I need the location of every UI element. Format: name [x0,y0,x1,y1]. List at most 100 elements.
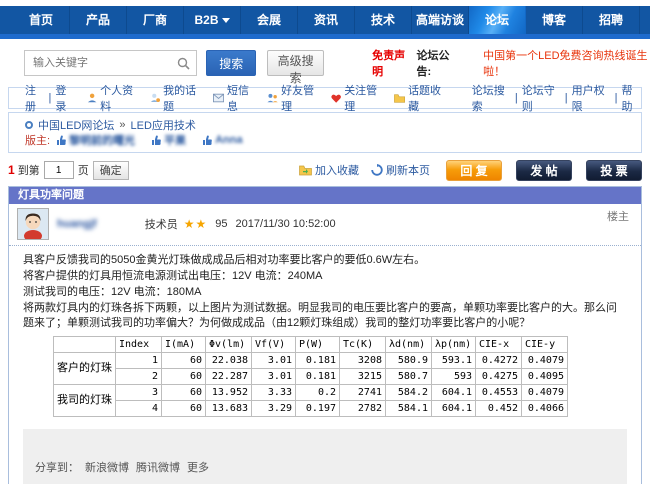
share-more-link[interactable]: 更多 [187,459,209,475]
table-cell: 0.2 [296,385,340,401]
thumb-up-icon [151,135,161,146]
separator: | [515,92,518,104]
reply-button[interactable]: 回 复 [446,160,502,181]
separator: | [615,92,618,104]
favorites-link[interactable]: 话题收藏 [382,82,446,114]
row-group-label: 我司的灯珠 [54,385,116,417]
thumb-up-icon [56,135,66,146]
confirm-page-button[interactable]: 确定 [93,161,129,180]
floor-badge: 楼主 [607,208,629,224]
moderator-name[interactable]: 黎明前的曙光 [69,132,135,148]
table-cell: 580.9 [386,353,432,369]
table-header-cell: Vf(V) [252,337,296,353]
envelope-icon [213,93,224,103]
refresh-icon [371,164,383,176]
table-header-cell: Index [116,337,162,353]
table-cell: 0.4095 [522,369,568,385]
nav-tab-news[interactable]: 资讯 [298,6,355,34]
nav-tab-blog[interactable]: 博客 [526,6,583,34]
nav-tab-exhibitions[interactable]: 会展 [241,6,298,34]
table-cell: 60 [162,401,206,417]
table-cell: 3215 [340,369,386,385]
nav-tab-home[interactable]: 首页 [13,6,70,34]
current-page-number: 1 [8,163,15,177]
share-sina-weibo-link[interactable]: 新浪微博 [85,459,129,475]
goto-page-suffix: 页 [78,162,89,178]
nav-tab-jobs[interactable]: 招聘 [583,6,640,34]
table-row: 我司的灯珠 3 60 13.952 3.33 0.2 2741 584.2 60… [54,385,568,401]
chevron-down-icon [222,18,230,23]
table-cell: 3.01 [252,369,296,385]
post-author-username[interactable]: huangjf [57,218,97,230]
post-datetime: 2017/11/30 10:52:00 [235,218,335,230]
nav-tab-b2b[interactable]: B2B [184,6,241,34]
table-cell: 0.197 [296,401,340,417]
share-tencent-weibo-link[interactable]: 腾讯微博 [136,459,180,475]
advanced-search-button[interactable]: 高级搜索 [267,50,324,76]
disclaimer-link[interactable]: 免责声明 [372,47,411,79]
moderator-name[interactable]: 平果 [164,132,186,148]
breadcrumb-current-board[interactable]: LED应用技术 [131,117,196,133]
profile-link[interactable]: 个人资料 [75,82,138,114]
search-input-box[interactable] [24,50,197,76]
table-cell: 13.952 [206,385,252,401]
heart-icon [331,93,341,104]
rank-stars-icon: ★★ [184,217,208,231]
forum-search-link[interactable]: 论坛搜索 [472,82,511,114]
user-rights-link[interactable]: 用户权限 [572,82,611,114]
table-header-cell: I(mA) [162,337,206,353]
follow-link[interactable]: 关注管理 [319,82,382,114]
nav-tab-manufacturers[interactable]: 厂商 [127,6,184,34]
breadcrumb-forum-root[interactable]: 中国LED网论坛 [38,117,114,133]
table-cell: 580.7 [386,369,432,385]
post-paragraph: 将两款灯具内的灯珠各拆下两颗，以上图片为测试数据。明显我司的电压要比客户的要高，… [23,301,627,331]
table-cell: 0.4066 [522,401,568,417]
forum-rules-link[interactable]: 论坛守则 [522,82,561,114]
breadcrumb: 中国LED网论坛 » LED应用技术 [25,117,641,132]
forum-announcement[interactable]: 中国第一个LED免费咨询热线诞生啦！ [483,47,650,79]
friends-link[interactable]: 好友管理 [255,82,319,114]
table-cell: 584.1 [386,401,432,417]
nav-tab-products[interactable]: 产品 [70,6,127,34]
table-cell: 2782 [340,401,386,417]
goto-page-prefix: 到第 [18,162,40,178]
help-link[interactable]: 帮助 [622,82,642,114]
share-label: 分享到： [35,459,79,475]
table-cell: 0.4079 [522,385,568,401]
table-cell: 0.4553 [476,385,522,401]
moderator-name[interactable]: Anna [215,134,243,146]
nav-tab-interviews[interactable]: 高端访谈 [412,6,469,34]
topic-container: 灯具功率问题 huangjf 技术员 ★★ 95 2017/11/30 10:5… [8,186,642,484]
table-cell: 593 [432,369,476,385]
table-cell: 604.1 [432,401,476,417]
add-favorite-link[interactable]: 加入收藏 [299,162,359,178]
post-header: huangjf 技术员 ★★ 95 2017/11/30 10:52:00 楼主 [9,204,641,246]
table-cell: 0.181 [296,353,340,369]
my-topics-link[interactable]: 我的话题 [138,82,201,114]
table-cell: 3.33 [252,385,296,401]
search-input[interactable] [31,56,177,70]
messages-label: 短信息 [227,82,255,114]
separator: | [565,92,568,104]
refresh-page-link[interactable]: 刷新本页 [371,162,430,178]
nav-tab-forum-active[interactable]: 论坛 [469,6,526,34]
new-post-button[interactable]: 发 帖 [516,160,572,181]
register-link[interactable]: 注册 [25,82,45,114]
table-header-cell [54,337,116,353]
avatar[interactable] [17,208,49,240]
bullet-ring-icon [25,121,33,129]
search-button[interactable]: 搜索 [206,50,256,76]
author-rank: 技术员 [145,216,178,232]
login-link[interactable]: 登录 [55,82,75,114]
page-number-input[interactable] [44,161,74,179]
table-cell: 3.01 [252,353,296,369]
post-paragraph: 将客户提供的灯具用恒流电源测试出电压：12V 电流：240MA [23,269,627,284]
nav-tab-technology[interactable]: 技术 [355,6,412,34]
thumb-up-icon [202,135,212,146]
messages-link[interactable]: 短信息 [201,82,255,114]
table-cell: 2741 [340,385,386,401]
table-cell: 22.287 [206,369,252,385]
separator: | [49,92,52,104]
vote-button[interactable]: 投 票 [586,160,642,181]
table-header-cell: λd(nm) [386,337,432,353]
